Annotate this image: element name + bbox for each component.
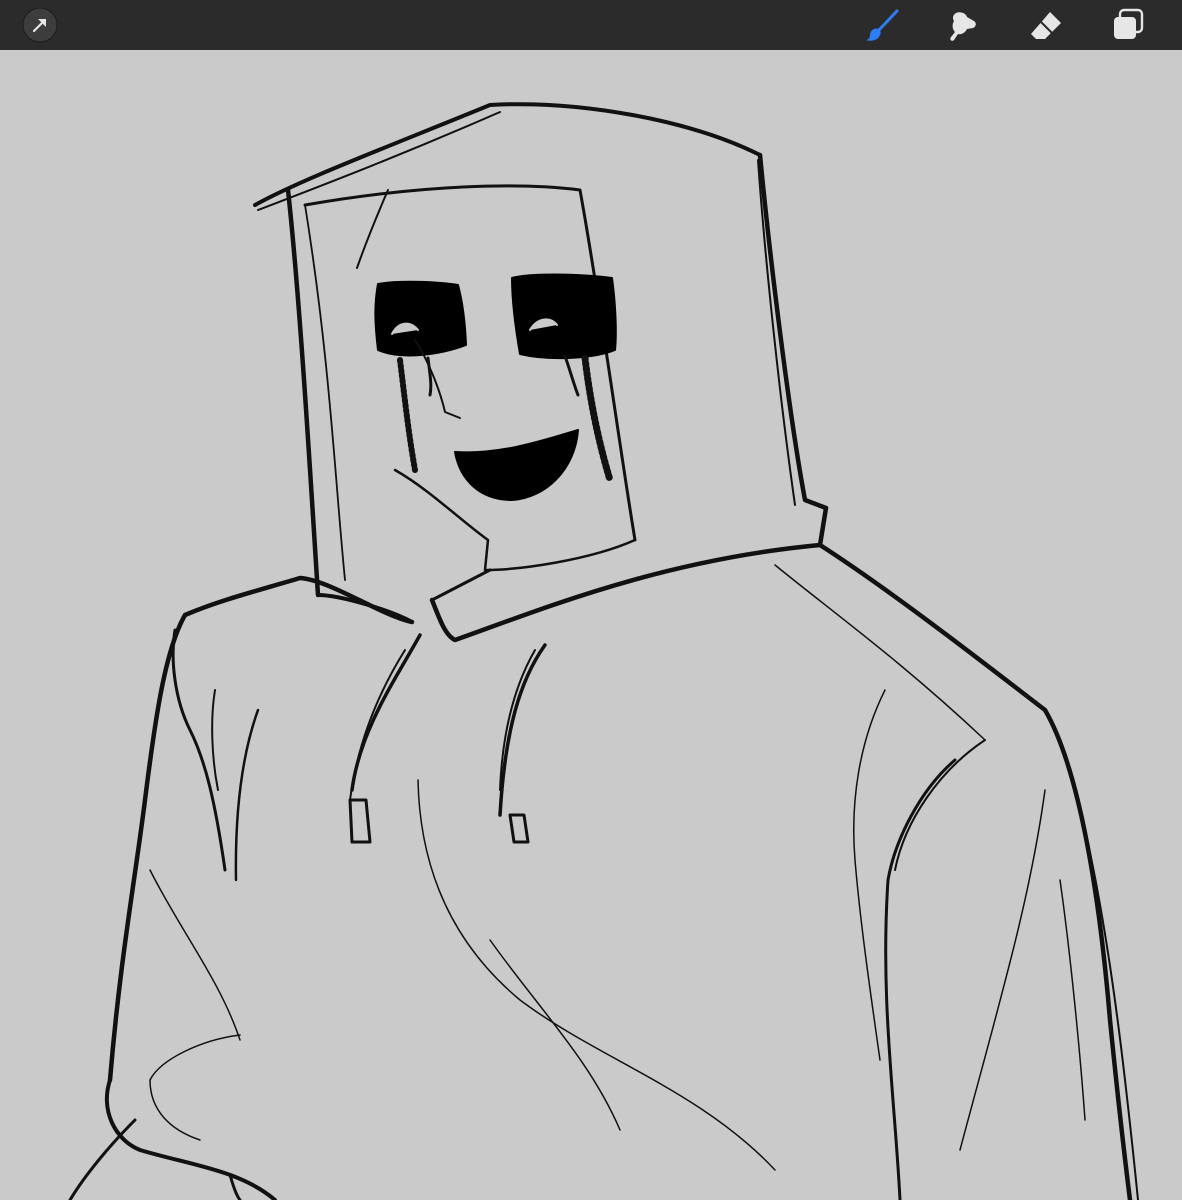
eraser-tool-button[interactable] [1028, 7, 1064, 43]
smudge-tool-button[interactable] [946, 7, 982, 43]
top-toolbar [0, 0, 1182, 50]
sketch-artwork [68, 102, 1139, 1200]
eraser-icon [1031, 12, 1061, 39]
brush-icon [866, 9, 899, 41]
modify-arrow-icon [22, 7, 58, 43]
drawing-canvas[interactable] [0, 50, 1182, 1200]
layers-button[interactable] [1110, 7, 1146, 43]
smudge-icon [950, 12, 976, 41]
modify-button[interactable] [22, 7, 58, 43]
brush-tool-button[interactable] [864, 7, 900, 43]
layers-icon [1114, 8, 1144, 39]
